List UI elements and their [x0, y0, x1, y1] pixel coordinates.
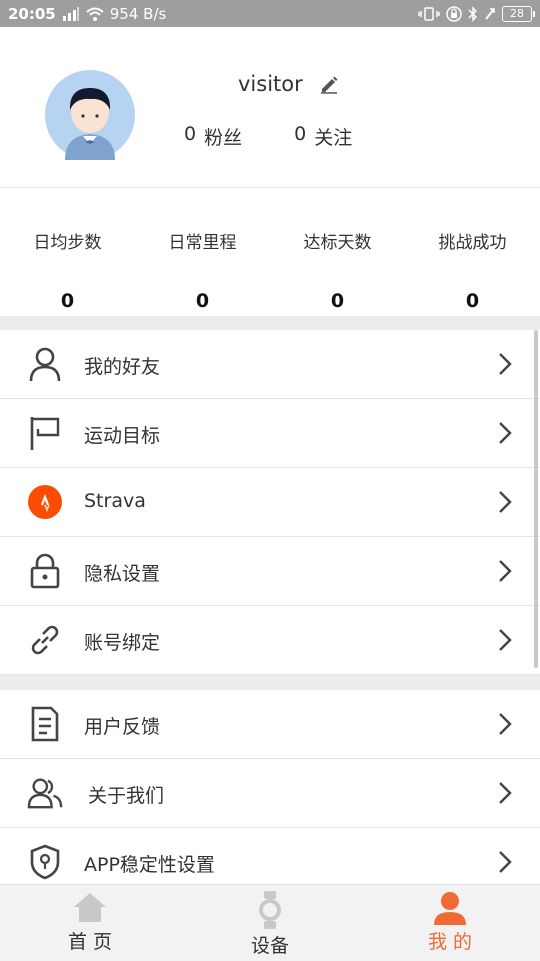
bottom-nav: 首 页 设备 我 的 [0, 884, 540, 961]
menu-item-privacy[interactable]: 隐私设置 [0, 537, 540, 606]
stat-value: 0 [330, 290, 345, 312]
nav-label: 首 页 [67, 931, 113, 953]
menu-label: 隐私设置 [84, 563, 161, 585]
home-icon [0, 891, 180, 923]
network-speed: 954 B/s [109, 4, 167, 23]
stat-value: 0 [465, 290, 480, 312]
scrollbar[interactable] [534, 330, 538, 668]
stat-value: 0 [195, 290, 210, 312]
fans-stat[interactable]: 0 粉丝 [184, 123, 242, 150]
status-time: 20:05 [8, 4, 56, 23]
fans-label: 粉丝 [204, 127, 243, 149]
lock-icon [27, 553, 63, 589]
stat-label: 达标天数 [303, 233, 372, 253]
chevron-right-icon [499, 422, 512, 444]
bluetooth-icon [468, 5, 478, 22]
strava-icon [27, 484, 63, 520]
person-icon [27, 346, 63, 382]
chevron-right-icon [499, 713, 512, 735]
vibrate-icon [418, 6, 440, 21]
chevron-right-icon [499, 851, 512, 873]
menu-label: 我的好友 [84, 356, 161, 378]
nav-tab-home[interactable]: 首 页 [0, 885, 180, 961]
stats-panel: 日均步数 0 日常里程 0 达标天数 0 挑战成功 0 [0, 188, 540, 316]
following-count: 0 [294, 123, 307, 145]
nav-tab-me[interactable]: 我 的 [360, 885, 540, 961]
stat-value: 0 [60, 290, 75, 312]
username: visitor [238, 72, 303, 96]
document-icon [27, 706, 63, 742]
nav-label: 设备 [250, 935, 289, 957]
nfc-icon [484, 7, 496, 21]
menu-label: 关于我们 [88, 785, 165, 807]
menu-item-feedback[interactable]: 用户反馈 [0, 690, 540, 759]
flag-icon [27, 415, 63, 451]
wifi-icon [86, 7, 104, 21]
chevron-right-icon [499, 560, 512, 582]
menu-label: 账号绑定 [84, 632, 161, 654]
edit-icon[interactable] [319, 74, 339, 94]
menu-item-friends[interactable]: 我的好友 [0, 330, 540, 399]
following-label: 关注 [314, 127, 353, 149]
profile-icon [360, 891, 540, 925]
shield-icon [27, 844, 63, 880]
signal-icon [62, 6, 80, 21]
stat-label: 日常里程 [168, 233, 237, 253]
menu-label: Strava [84, 490, 146, 512]
menu-item-strava[interactable]: Strava [0, 468, 540, 537]
profile-header: visitor 0 粉丝 0 关注 [0, 27, 540, 188]
avatar[interactable] [45, 70, 135, 160]
section-divider [0, 316, 540, 330]
link-icon [27, 622, 63, 658]
nav-label: 我 的 [427, 931, 473, 953]
chevron-right-icon [499, 782, 512, 804]
nav-tab-device[interactable]: 设备 [180, 885, 360, 961]
menu-label: 运动目标 [84, 425, 161, 447]
menu-item-account-binding[interactable]: 账号绑定 [0, 606, 540, 675]
chevron-right-icon [499, 629, 512, 651]
people-icon [27, 775, 63, 811]
status-bar: 20:05 954 B/s 28 [0, 0, 540, 27]
chevron-right-icon [499, 491, 512, 513]
stat-label: 挑战成功 [438, 233, 507, 253]
watch-icon [180, 891, 360, 929]
chevron-right-icon [499, 353, 512, 375]
lock-status-icon [446, 5, 462, 22]
menu-item-sport-goal[interactable]: 运动目标 [0, 399, 540, 468]
menu-label: APP稳定性设置 [84, 854, 215, 876]
fans-count: 0 [184, 123, 197, 145]
battery-indicator: 28 [502, 5, 535, 22]
menu-item-about-us[interactable]: 关于我们 [0, 759, 540, 828]
stat-label: 日均步数 [33, 233, 102, 253]
section-divider [0, 675, 540, 690]
menu-label: 用户反馈 [84, 716, 161, 738]
following-stat[interactable]: 0 关注 [294, 123, 352, 150]
